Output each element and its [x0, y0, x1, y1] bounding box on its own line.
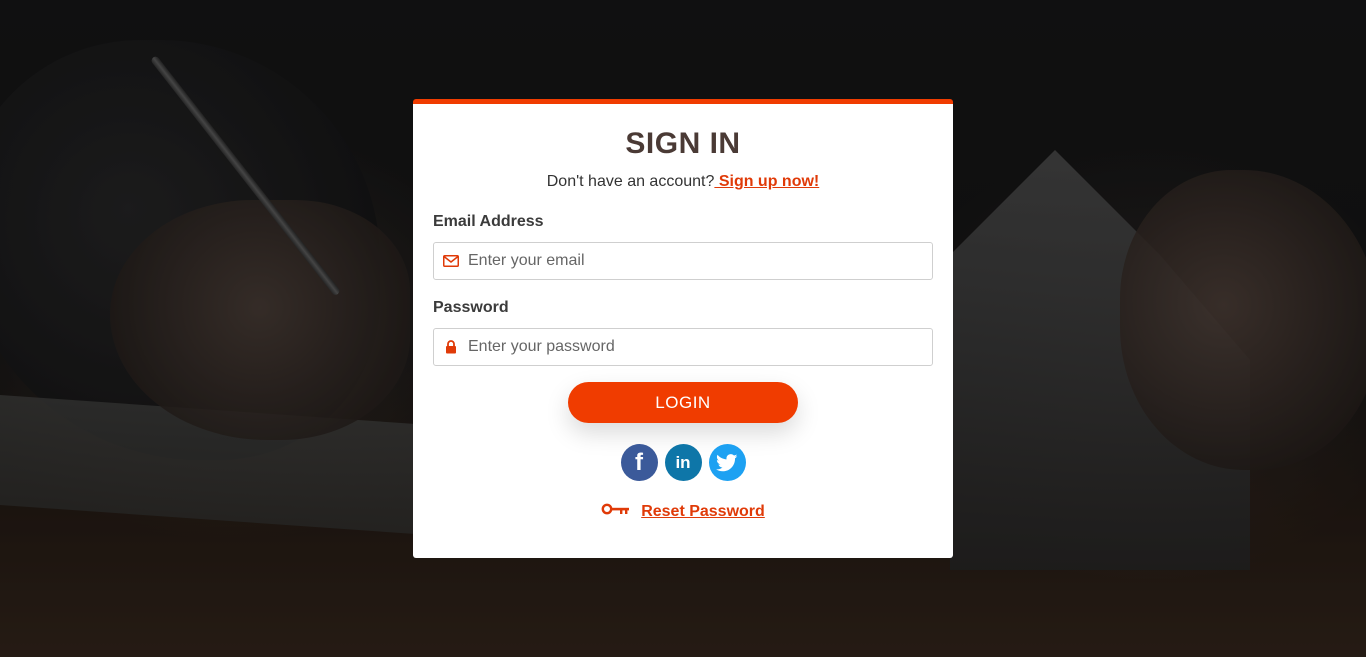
- signin-card: SIGN IN Don't have an account? Sign up n…: [413, 99, 953, 558]
- reset-password-link[interactable]: Reset Password: [641, 503, 765, 521]
- password-field[interactable]: [433, 328, 933, 366]
- signup-link[interactable]: Sign up now!: [714, 173, 819, 190]
- password-label: Password: [433, 299, 509, 316]
- key-icon: [601, 502, 631, 521]
- email-field[interactable]: [433, 242, 933, 280]
- email-input[interactable]: [468, 244, 932, 278]
- login-button[interactable]: LOGIN: [568, 382, 798, 423]
- twitter-bird-icon: [716, 453, 738, 471]
- signup-prompt: Don't have an account? Sign up now!: [433, 172, 933, 192]
- password-input[interactable]: [468, 330, 932, 364]
- linkedin-icon[interactable]: in: [664, 444, 702, 481]
- page-title: SIGN IN: [625, 127, 741, 160]
- email-label: Email Address: [433, 213, 544, 230]
- twitter-icon[interactable]: [708, 444, 746, 481]
- signup-prompt-text: Don't have an account?: [546, 173, 715, 190]
- envelope-icon: [434, 255, 468, 267]
- reset-password-row: Reset Password: [433, 502, 933, 521]
- social-login-row: f in: [433, 444, 933, 481]
- facebook-icon[interactable]: f: [620, 444, 658, 481]
- lock-icon: [434, 340, 468, 354]
- login-wrap: LOGIN: [433, 382, 933, 423]
